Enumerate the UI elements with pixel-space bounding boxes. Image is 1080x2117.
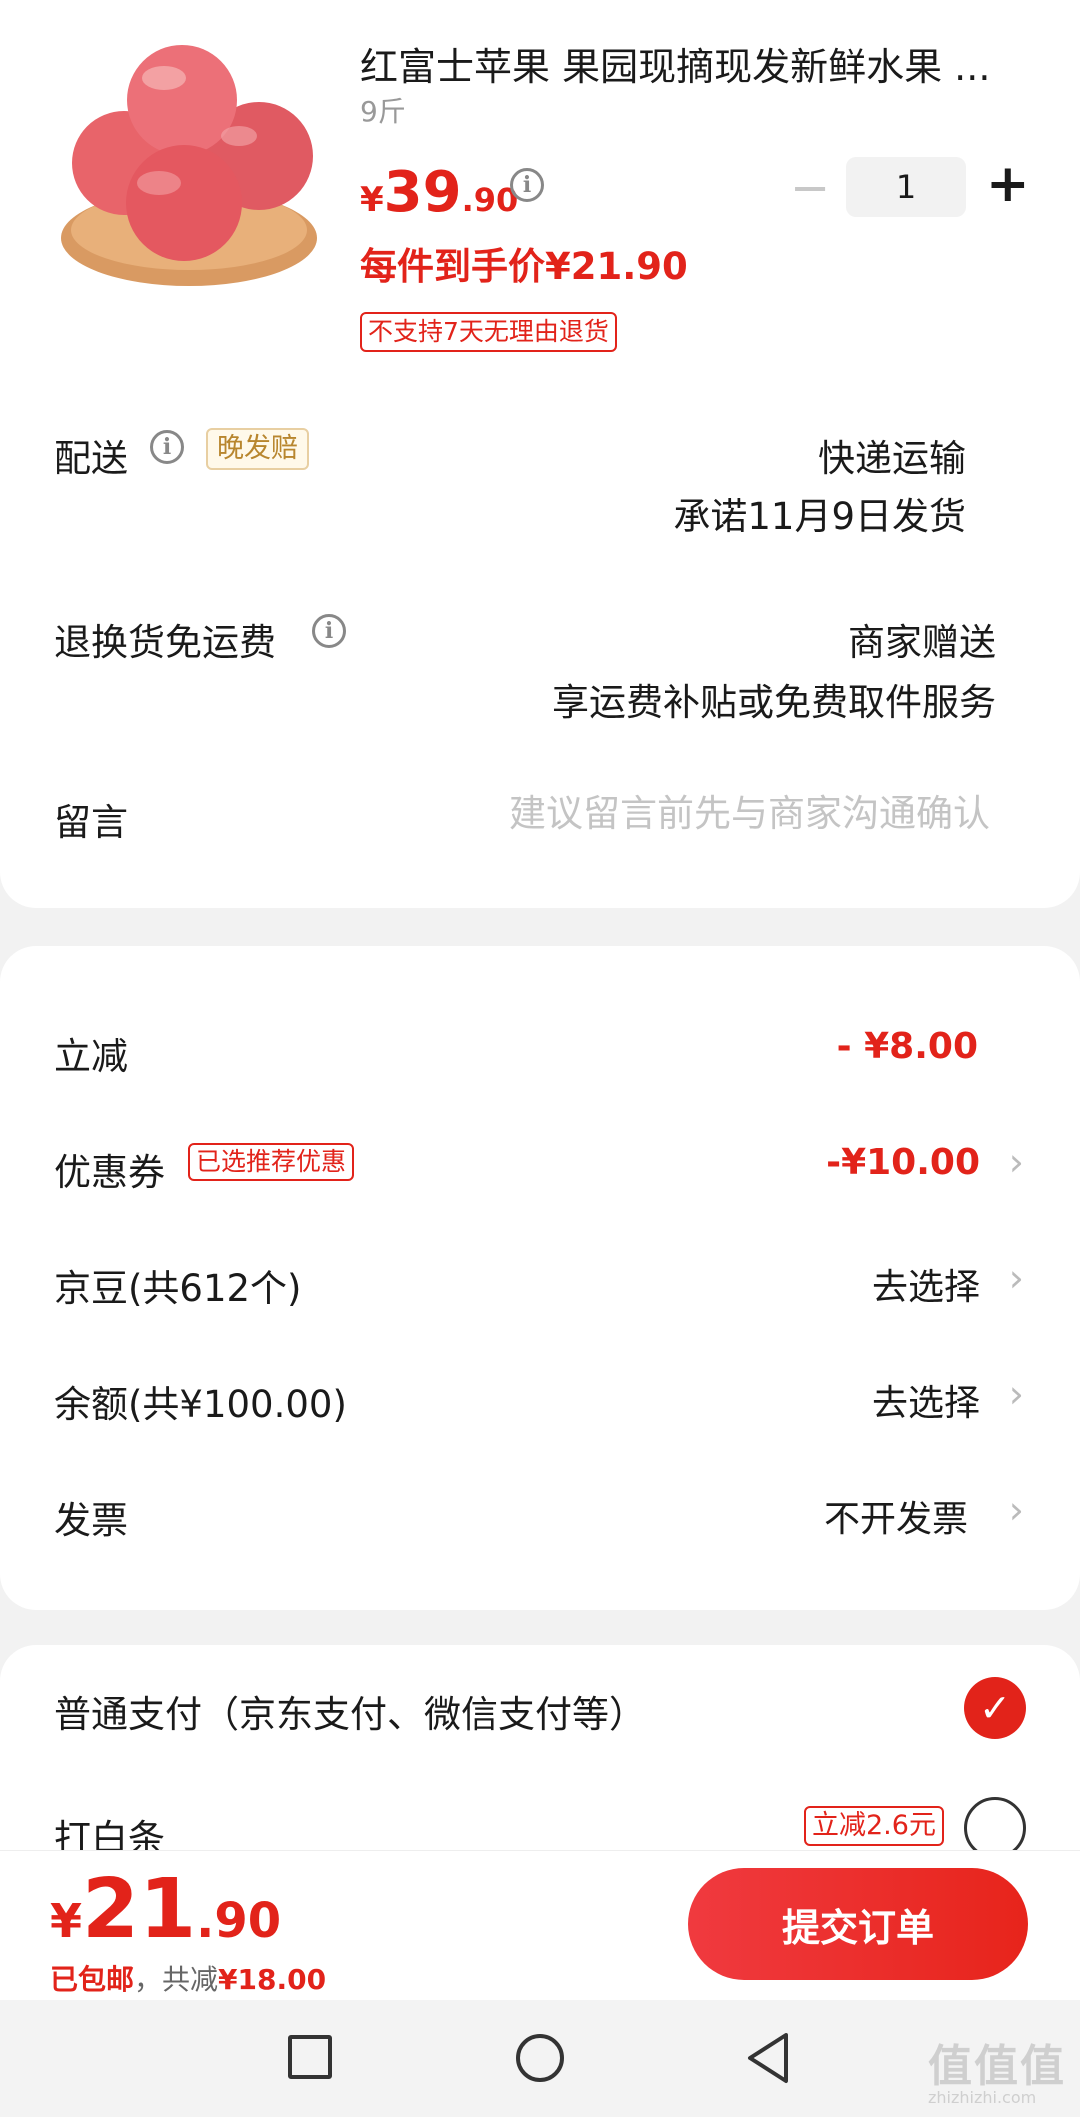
total-price: ¥21.90 [50,1862,281,1957]
late-compensation-tag: 晚发赔 [206,428,309,470]
baitiao-discount-tag: 立减2.6元 [804,1806,944,1846]
return-shipping-label: 退换货免运费 [54,621,276,664]
product-price: ¥39.90 [360,160,518,225]
message-input[interactable] [350,792,990,835]
watermark-logo: 值值值 [928,2041,1066,2092]
balance-value[interactable]: 去选择 [872,1374,980,1426]
normal-pay-check-icon[interactable]: ✓ [964,1677,1026,1739]
back-icon[interactable] [744,2030,792,2086]
coupon-chevron-icon[interactable]: › [1009,1140,1024,1184]
shipping-note: 已包邮 [50,1963,135,1996]
recent-apps-icon[interactable] [288,2035,332,2079]
total-currency: ¥ [50,1894,83,1948]
balance-chevron-icon[interactable]: › [1009,1372,1024,1416]
total-summary: 已包邮，共减¥18.00 [50,1958,326,1998]
jingdou-label: 京豆(共612个) [54,1267,302,1310]
watermark-url: zhizhizhi.com [928,2088,1037,2107]
return-shipping-info-icon[interactable]: i [312,614,346,648]
instant-discount-label: 立减 [54,1035,128,1078]
submit-order-button[interactable]: 提交订单 [688,1868,1028,1980]
coupon-selected-tag: 已选推荐优惠 [188,1143,355,1181]
quantity-input[interactable]: 1 [846,157,966,217]
jingdou-chevron-icon[interactable]: › [1009,1256,1024,1300]
return-shipping-provider: 商家赠送 [848,621,996,664]
product-title[interactable]: 红富士苹果 果园现摘现发新鲜水果 ... [360,36,1020,91]
summary-separator: ， [134,1963,163,1996]
message-label: 留言 [54,801,128,844]
product-spec: 9斤 [360,95,406,128]
home-icon[interactable] [516,2034,564,2082]
quantity-minus-button[interactable]: − [790,164,830,212]
delivery-info-icon[interactable]: i [150,430,184,464]
price-currency: ¥ [360,180,384,220]
invoice-value[interactable]: 不开发票 [824,1490,968,1542]
coupon-label: 优惠券 [54,1151,165,1194]
price-info-icon[interactable]: i [510,168,544,202]
saved-label: 共减 [162,1963,219,1996]
product-image[interactable] [54,38,324,288]
instant-discount-value: - ¥8.00 [836,1026,978,1067]
normal-pay-label[interactable]: 普通支付（京东支付、微信支付等） [54,1684,646,1738]
price-integer: 39 [383,160,462,225]
return-shipping-desc: 享运费补贴或免费取件服务 [552,681,996,724]
saved-value: ¥18.00 [218,1963,327,1996]
delivery-method[interactable]: 快递运输 [818,428,966,482]
balance-label: 余额(共¥100.00) [54,1383,347,1426]
total-decimal: .90 [196,1893,282,1949]
total-integer: 21 [82,1862,197,1957]
jingdou-value[interactable]: 去选择 [872,1258,980,1310]
quantity-plus-button[interactable]: + [986,158,1030,210]
invoice-label: 发票 [54,1499,128,1542]
deal-price: 每件到手价¥21.90 [360,245,688,288]
delivery-label: 配送 [54,437,128,480]
delivery-date[interactable]: 承诺11月9日发货 [673,486,966,540]
coupon-value[interactable]: -¥10.00 [826,1142,980,1183]
invoice-chevron-icon[interactable]: › [1009,1488,1024,1532]
no-return-tag: 不支持7天无理由退货 [360,312,617,352]
